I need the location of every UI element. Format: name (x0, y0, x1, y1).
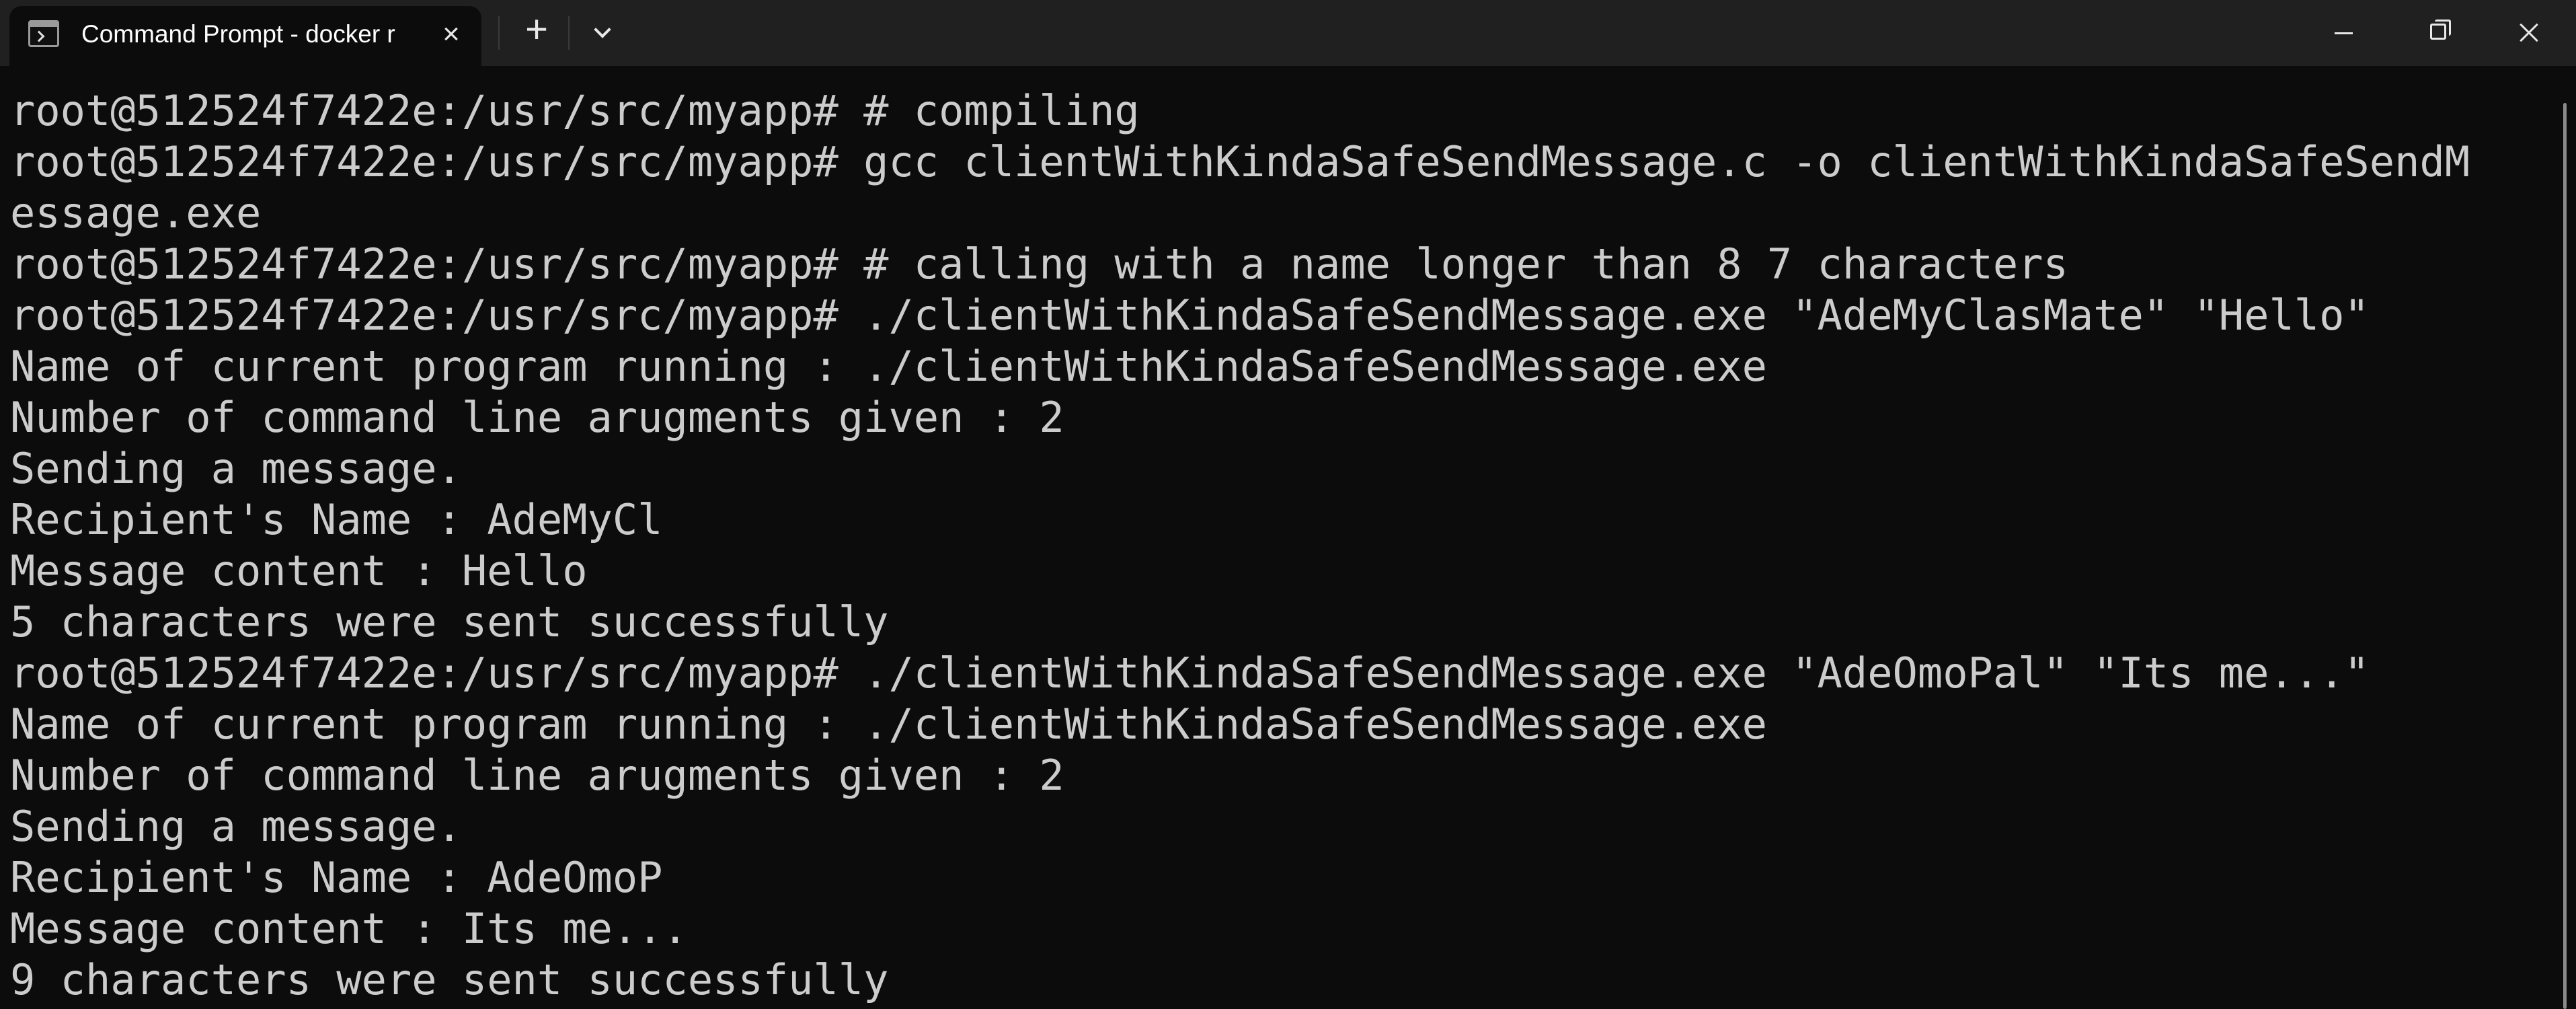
tab-command-prompt[interactable]: Command Prompt - docker r × (9, 6, 481, 66)
close-icon[interactable]: × (437, 20, 465, 49)
terminal-output[interactable]: root@512524f7422e:/usr/src/myapp# # comp… (0, 66, 2563, 1009)
terminal-icon (28, 20, 59, 47)
title-bar: Command Prompt - docker r × + (0, 0, 2576, 66)
terminal-line: root@512524f7422e:/usr/src/myapp# # comp… (10, 86, 1140, 135)
terminal-line: Recipient's Name : AdeOmoP (10, 853, 663, 902)
terminal-line: Sending a message. (10, 444, 462, 493)
terminal-line: 9 characters were sent successfully (10, 955, 889, 1004)
terminal-line: essage.exe (10, 188, 262, 237)
terminal-line: Number of command line arugments given :… (10, 751, 1064, 800)
tab-title: Command Prompt - docker r (81, 20, 395, 48)
terminal-line: root@512524f7422e:/usr/src/myapp# # call… (10, 239, 2068, 289)
terminal-line: Sending a message. (10, 802, 462, 851)
terminal-line: Number of command line arugments given :… (10, 393, 1064, 442)
terminal-line: Name of current program running : ./clie… (10, 700, 1767, 749)
terminal-line: Name of current program running : ./clie… (10, 342, 1767, 391)
terminal-line: Message content : Its me... (10, 904, 688, 953)
vertical-scrollbar[interactable] (2563, 103, 2567, 1009)
tab-divider (498, 16, 500, 50)
terminal-line: root@512524f7422e:/usr/src/myapp# ./clie… (10, 291, 2370, 340)
terminal-line: Recipient's Name : AdeMyCl (10, 495, 663, 544)
new-tab-button[interactable]: + (519, 10, 554, 49)
command-prompt-window: Command Prompt - docker r × + root@51252… (0, 0, 2576, 1009)
chevron-down-icon[interactable] (585, 14, 620, 49)
maximize-button[interactable] (2391, 0, 2485, 66)
terminal-line: 5 characters were sent successfully (10, 597, 889, 646)
close-window-button[interactable] (2482, 0, 2576, 66)
tab-divider (568, 16, 570, 50)
terminal-line: root@512524f7422e:/usr/src/myapp# ./clie… (10, 648, 2370, 698)
minimize-button[interactable] (2297, 0, 2391, 66)
terminal-line: Message content : Hello (10, 546, 588, 595)
terminal-line: root@512524f7422e:/usr/src/myapp# gcc cl… (10, 137, 2470, 186)
